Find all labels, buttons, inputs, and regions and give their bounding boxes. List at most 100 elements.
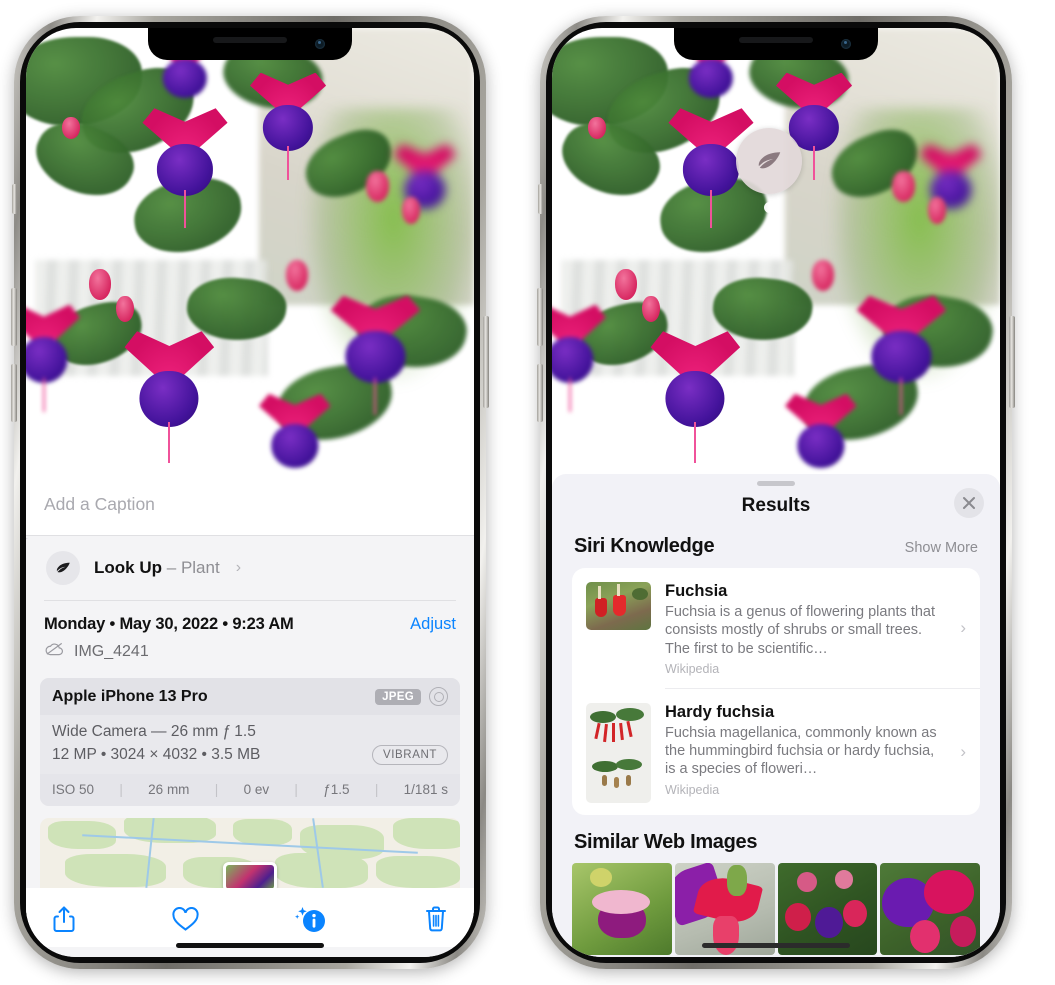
volume-down-button[interactable]	[537, 364, 543, 422]
fuchsia-bloom	[250, 72, 327, 181]
fuchsia-bud	[366, 170, 389, 202]
fuchsia-bloom	[142, 108, 228, 228]
photo-fuchsia-garden[interactable]	[26, 28, 474, 474]
cloud-slash-icon	[44, 641, 65, 662]
earpiece-speaker	[213, 37, 287, 43]
power-button[interactable]	[483, 316, 489, 408]
fuchsia-bud	[892, 170, 915, 202]
exif-size: 12 MP • 3024 × 4032 • 3.5 MB	[52, 746, 261, 763]
fuchsia-bloom	[856, 295, 947, 416]
show-more-button[interactable]: Show More	[905, 540, 978, 556]
exif-body: Wide Camera — 26 mm ƒ 1.5 12 MP • 3024 ×…	[40, 715, 460, 774]
exif-stat: 1/181 s	[403, 782, 448, 797]
earpiece-speaker	[739, 37, 813, 43]
photo-toolbar	[26, 888, 474, 947]
photo-filename: IMG_4241	[74, 642, 149, 660]
fuchsia-bud	[614, 268, 638, 301]
stat-separator: |	[214, 782, 219, 797]
photo-metadata: Monday • May 30, 2022 • 9:23 AM Adjust I…	[26, 601, 474, 672]
fuchsia-bud	[61, 117, 80, 140]
screenshot-stage: Add a Caption ✦ ✦ Look Up – Plant	[0, 0, 1055, 985]
silent-switch[interactable]	[538, 184, 543, 214]
hardy-fuchsia-specimen-thumbnail	[586, 702, 651, 803]
photo-fuchsia-garden[interactable]	[552, 28, 1000, 474]
visual-look-up-pointer	[764, 202, 775, 213]
knowledge-card[interactable]: Hardy fuchsia Fuchsia magellanica, commo…	[572, 689, 980, 815]
front-camera	[315, 39, 325, 49]
similar-web-images-header: Similar Web Images	[552, 815, 1000, 863]
notch	[674, 28, 878, 60]
chevron-right-icon: ›	[960, 741, 966, 761]
knowledge-source: Wikipedia	[665, 782, 720, 797]
look-up-row[interactable]: ✦ ✦ Look Up – Plant ›	[26, 531, 474, 600]
format-badge: JPEG	[375, 688, 421, 705]
fuchsia-bud	[641, 295, 660, 323]
section-title: Similar Web Images	[574, 830, 758, 853]
volume-up-button[interactable]	[11, 288, 17, 346]
leaf-icon	[758, 152, 781, 169]
caption-input[interactable]: Add a Caption	[44, 494, 456, 515]
knowledge-description: Fuchsia magellanica, commonly known as t…	[665, 724, 937, 778]
fuchsia-bloom	[552, 304, 606, 413]
exif-header: Apple iPhone 13 Pro JPEG	[40, 678, 460, 715]
right-screen: Results Siri Knowledge Show More Fuchsia…	[552, 28, 1000, 957]
results-header: Results	[552, 486, 1000, 531]
stat-separator: |	[374, 782, 379, 797]
siri-knowledge-header: Siri Knowledge Show More	[552, 531, 1000, 568]
look-up-label: Look Up – Plant	[94, 558, 220, 578]
leaf-icon	[46, 551, 80, 585]
heart-icon[interactable]	[172, 906, 199, 937]
photo-info-sheet: Add a Caption ✦ ✦ Look Up – Plant	[26, 474, 474, 957]
exif-stat: 26 mm	[148, 782, 190, 797]
exif-stats: ISO 50 | 26 mm | 0 ev | ƒ1.5 | 1/181 s	[40, 774, 460, 806]
aperture-icon	[429, 687, 448, 706]
fuchsia-bloom	[26, 304, 80, 413]
close-icon[interactable]	[954, 488, 984, 518]
power-button[interactable]	[1009, 316, 1015, 408]
left-screen: Add a Caption ✦ ✦ Look Up – Plant	[26, 28, 474, 957]
exif-card[interactable]: Apple iPhone 13 Pro JPEG Wide Camera — 2…	[40, 678, 460, 806]
fuchsia-bud	[88, 268, 112, 301]
stat-separator: |	[294, 782, 298, 797]
sparkle-icon: ✦	[26, 530, 30, 548]
home-indicator[interactable]	[702, 943, 850, 948]
exif-stat: ISO 50	[52, 782, 95, 797]
web-image-thumbnail[interactable]	[777, 862, 878, 955]
info-sparkle-icon[interactable]	[294, 904, 328, 939]
look-up-separator: –	[166, 558, 177, 577]
exif-stat: ƒ1.5	[323, 782, 350, 797]
fuchsia-bud	[115, 295, 134, 323]
results-sheet: Results Siri Knowledge Show More Fuchsia…	[552, 474, 1000, 957]
chevron-right-icon: ›	[235, 559, 242, 576]
visual-look-up-badge[interactable]	[736, 128, 802, 194]
fuchsia-bloom	[650, 331, 741, 463]
look-up-subject: Plant	[180, 558, 220, 577]
fuchsia-bloom	[258, 393, 331, 470]
photo-location-map[interactable]	[40, 818, 460, 888]
photo-date: Monday • May 30, 2022 • 9:23 AM	[44, 615, 294, 633]
volume-up-button[interactable]	[537, 288, 543, 346]
home-indicator[interactable]	[176, 943, 324, 948]
stat-separator: |	[119, 782, 123, 797]
share-icon[interactable]	[52, 905, 76, 938]
fuchsia-bloom	[330, 295, 421, 416]
knowledge-card[interactable]: Fuchsia Fuchsia is a genus of flowering …	[572, 568, 980, 688]
web-image-thumbnail[interactable]	[674, 862, 775, 955]
right-phone-device: Results Siri Knowledge Show More Fuchsia…	[537, 16, 1015, 969]
similar-web-images-grid	[552, 862, 1000, 955]
notch	[148, 28, 352, 60]
web-image-thumbnail[interactable]	[880, 862, 980, 955]
volume-down-button[interactable]	[11, 364, 17, 422]
exif-lens: Wide Camera — 26 mm ƒ 1.5	[52, 723, 256, 740]
trash-icon[interactable]	[424, 905, 448, 938]
photographic-style-badge: VIBRANT	[371, 745, 448, 765]
fuchsia-bloom	[124, 331, 215, 463]
look-up-title: Look Up	[94, 558, 162, 577]
photo-pin-thumbnail	[223, 862, 277, 888]
siri-knowledge-cards: Fuchsia Fuchsia is a genus of flowering …	[572, 568, 980, 815]
silent-switch[interactable]	[12, 184, 17, 214]
adjust-button[interactable]: Adjust	[410, 615, 456, 634]
web-image-thumbnail[interactable]	[572, 862, 672, 955]
caption-field-row[interactable]: Add a Caption	[26, 474, 474, 536]
exif-stat: 0 ev	[243, 782, 270, 797]
